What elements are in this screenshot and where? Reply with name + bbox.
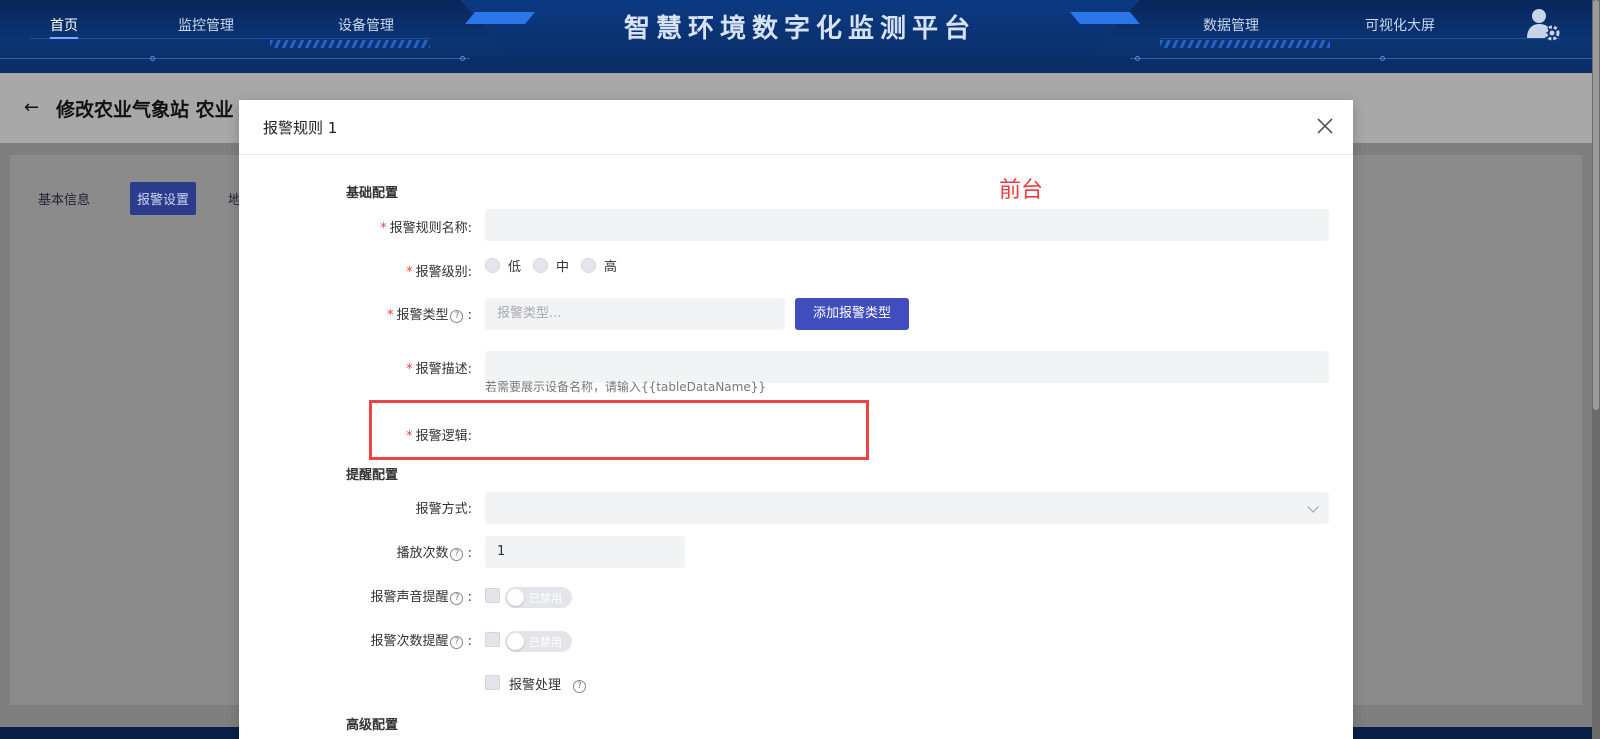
alarm-level-radio-group: 低 中 高	[485, 256, 617, 275]
help-icon[interactable]: ?	[450, 548, 464, 561]
header-decor-dot	[1135, 56, 1140, 61]
count-reminder-checkbox[interactable]	[485, 632, 500, 647]
level-low-radio[interactable]: 低	[485, 256, 521, 275]
header-decor-line	[1130, 58, 1592, 59]
header-decor-dot	[150, 56, 155, 61]
alarm-handle-checkbox[interactable]	[485, 675, 500, 690]
page-scrollbar[interactable]	[1592, 0, 1600, 739]
section-basic: 基础配置	[346, 186, 399, 201]
tab-basic-info[interactable]: 基本信息	[38, 189, 90, 208]
alarm-description-label: * 报警描述:	[406, 362, 472, 377]
alarm-method-label: 报警方式:	[415, 502, 472, 517]
alarm-rule-dialog: 报警规则 1 前台 基础配置 * 报警规则名称: * 报警级别: 低 中 高 * 报警…	[239, 100, 1353, 739]
sound-reminder-switch[interactable]: 已禁用	[505, 587, 572, 608]
count-reminder-label: 报警次数提醒? :	[370, 634, 472, 649]
help-icon[interactable]: ?	[450, 636, 464, 649]
radio-circle[interactable]	[533, 258, 549, 273]
help-icon[interactable]: ?	[450, 592, 464, 605]
help-icon[interactable]: ?	[573, 680, 587, 693]
header-decor-dot	[1380, 56, 1385, 61]
nav-monitoring[interactable]: 监控管理	[178, 15, 234, 35]
section-advanced: 高级配置	[346, 718, 399, 733]
alarm-type-input[interactable]: 报警类型...	[485, 298, 785, 330]
scrollbar-thumb[interactable]	[1593, 0, 1599, 410]
alarm-level-label: * 报警级别:	[406, 265, 472, 280]
nav-dashboard[interactable]: 可视化大屏	[1365, 15, 1435, 35]
level-medium-radio[interactable]: 中	[533, 256, 569, 275]
rule-name-input[interactable]	[485, 209, 1329, 241]
alarm-type-label: * 报警类型? :	[386, 308, 472, 323]
alarm-logic-label: * 报警逻辑:	[406, 429, 472, 444]
nav-data[interactable]: 数据管理	[1203, 15, 1259, 35]
section-reminder: 提醒配置	[346, 468, 399, 483]
alarm-method-select[interactable]	[485, 492, 1329, 524]
nav-device[interactable]: 设备管理	[338, 15, 394, 35]
user-gear-icon[interactable]	[1525, 6, 1561, 42]
header-decor-dot	[460, 56, 465, 61]
play-count-input[interactable]: 1	[485, 536, 685, 568]
count-reminder-switch[interactable]: 已禁用	[505, 631, 572, 652]
header-decor-line	[0, 58, 470, 59]
description-hint: 若需要展示设备名称，请输入{{tableDataName}}	[485, 380, 766, 394]
radio-circle[interactable]	[485, 258, 500, 273]
chevron-down-icon	[1307, 501, 1319, 513]
add-alarm-type-button[interactable]: 添加报警类型	[795, 298, 909, 330]
arrow-left-icon[interactable]: ←	[24, 97, 39, 118]
annotation-text: 前台	[999, 178, 1044, 203]
tab-alarm-settings[interactable]: 报警设置	[130, 182, 197, 215]
top-header: 智慧环境数字化监测平台 首页 监控管理 设备管理 数据管理 可视化大屏	[0, 0, 1592, 73]
level-high-radio[interactable]: 高	[581, 256, 617, 275]
dialog-title: 报警规则 1	[263, 119, 338, 137]
dialog-header: 报警规则 1	[239, 100, 1353, 155]
help-icon[interactable]: ?	[450, 310, 464, 323]
play-count-label: 播放次数? :	[396, 546, 472, 561]
nav-home[interactable]: 首页	[50, 15, 78, 39]
sound-reminder-checkbox[interactable]	[485, 588, 500, 603]
page-title: 修改农业气象站 农业	[56, 99, 234, 121]
switch-knob	[507, 589, 524, 606]
rule-name-label: * 报警规则名称:	[380, 221, 472, 236]
radio-circle[interactable]	[581, 258, 597, 273]
switch-knob	[507, 633, 524, 650]
close-icon[interactable]	[1313, 114, 1337, 138]
alarm-handle-label: 报警处理 ?	[509, 674, 587, 693]
platform-title: 智慧环境数字化监测平台	[623, 14, 976, 44]
sound-reminder-label: 报警声音提醒? :	[370, 590, 472, 605]
